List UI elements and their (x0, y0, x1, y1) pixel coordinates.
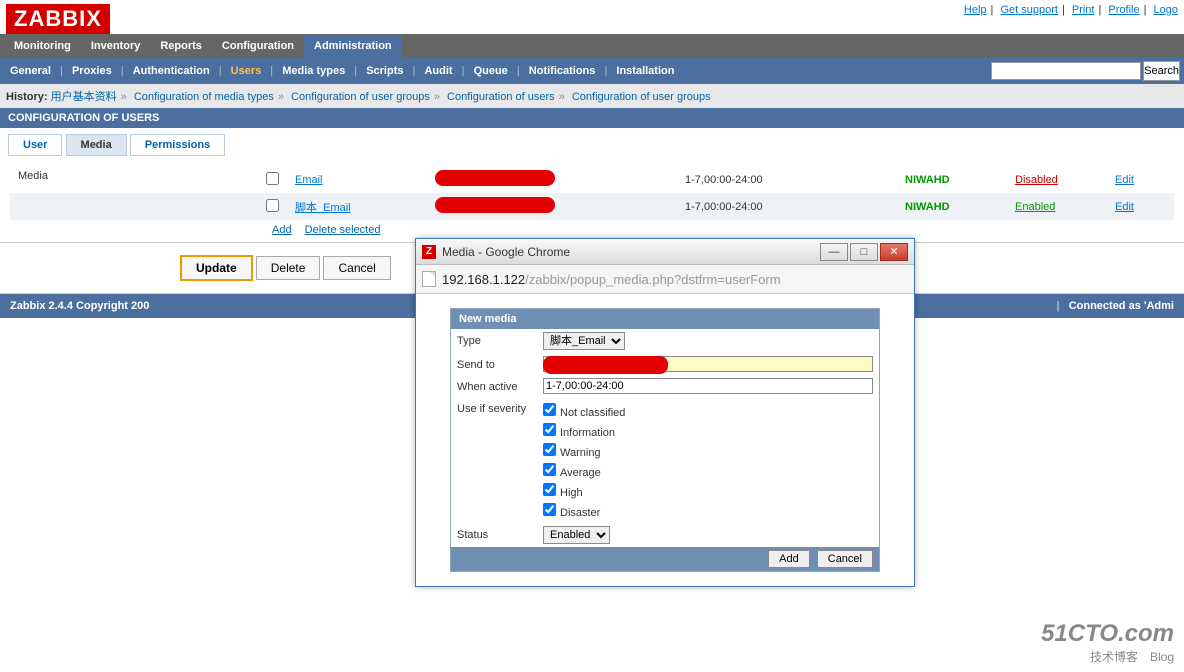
close-icon[interactable]: ✕ (880, 243, 908, 261)
history-item[interactable]: 用户基本资料 (51, 91, 117, 103)
media-label: Media (10, 166, 258, 193)
status-label: Status (457, 526, 543, 541)
edit-link[interactable]: Edit (1115, 201, 1134, 213)
sev-average[interactable] (543, 463, 556, 476)
status-toggle[interactable]: Disabled (1015, 174, 1058, 186)
subnav-proxies[interactable]: Proxies (66, 65, 118, 77)
delete-button[interactable]: Delete (256, 256, 321, 280)
redacted-sendto (435, 170, 555, 186)
when-input[interactable] (543, 378, 873, 394)
main-nav: Monitoring Inventory Reports Configurati… (0, 34, 1184, 58)
severity-label: Use if severity (457, 400, 543, 415)
subnav-media-types[interactable]: Media types (276, 65, 351, 77)
subnav-authentication[interactable]: Authentication (127, 65, 216, 77)
zabbix-logo[interactable]: ZABBIX (6, 4, 110, 34)
zabbix-favicon: Z (422, 245, 436, 259)
redacted-sendto (543, 356, 668, 374)
row-checkbox[interactable] (266, 199, 279, 212)
history-item[interactable]: Configuration of media types (134, 91, 274, 103)
sev-information[interactable] (543, 423, 556, 436)
media-severity: NIWAHD (905, 201, 950, 213)
page-icon (422, 271, 436, 287)
when-label: When active (457, 378, 543, 393)
header-links: Help| Get support| Print| Profile| Logo (964, 4, 1178, 16)
media-when: 1-7,00:00-24:00 (677, 193, 897, 220)
support-link[interactable]: Get support (1000, 4, 1057, 16)
tab-user[interactable]: User (8, 134, 62, 156)
edit-link[interactable]: Edit (1115, 174, 1134, 186)
type-label: Type (457, 332, 543, 347)
form-header: New media (451, 309, 879, 329)
nav-inventory[interactable]: Inventory (81, 35, 151, 57)
print-link[interactable]: Print (1072, 4, 1095, 16)
window-title: Media - Google Chrome (442, 245, 570, 259)
popup-add-button[interactable]: Add (768, 550, 810, 568)
nav-reports[interactable]: Reports (150, 35, 212, 57)
subnav-notifications[interactable]: Notifications (523, 65, 602, 77)
profile-link[interactable]: Profile (1108, 4, 1139, 16)
history-item[interactable]: Configuration of users (447, 91, 555, 103)
search-button[interactable]: Search (1143, 61, 1180, 81)
update-button[interactable]: Update (180, 255, 253, 281)
search-input[interactable] (991, 62, 1141, 80)
cancel-button[interactable]: Cancel (323, 256, 390, 280)
window-titlebar[interactable]: Z Media - Google Chrome — □ ✕ (416, 239, 914, 265)
nav-administration[interactable]: Administration (304, 35, 402, 57)
tabs: User Media Permissions (0, 128, 1184, 162)
subnav-installation[interactable]: Installation (610, 65, 680, 77)
add-media-link[interactable]: Add (272, 224, 292, 236)
media-when: 1-7,00:00-24:00 (677, 166, 897, 193)
section-title: CONFIGURATION OF USERS (0, 108, 1184, 128)
sev-not-classified[interactable] (543, 403, 556, 416)
nav-configuration[interactable]: Configuration (212, 35, 304, 57)
sev-warning[interactable] (543, 443, 556, 456)
media-severity: NIWAHD (905, 174, 950, 186)
redacted-sendto (435, 197, 555, 213)
subnav-general[interactable]: General (4, 65, 57, 77)
media-type-link[interactable]: Email (295, 174, 323, 186)
tab-media[interactable]: Media (66, 134, 127, 156)
type-select[interactable]: 脚本_Email (543, 332, 625, 350)
nav-monitoring[interactable]: Monitoring (4, 35, 81, 57)
sub-nav: General | Proxies | Authentication | Use… (0, 58, 1184, 84)
minimize-icon[interactable]: — (820, 243, 848, 261)
delete-selected-link[interactable]: Delete selected (305, 224, 381, 236)
logout-link[interactable]: Logo (1154, 4, 1178, 16)
popup-cancel-button[interactable]: Cancel (817, 550, 873, 568)
maximize-icon[interactable]: □ (850, 243, 878, 261)
media-popup: Z Media - Google Chrome — □ ✕ 192.168.1.… (415, 238, 915, 587)
subnav-audit[interactable]: Audit (418, 65, 458, 77)
history-item[interactable]: Configuration of user groups (291, 91, 430, 103)
sev-high[interactable] (543, 483, 556, 496)
tab-permissions[interactable]: Permissions (130, 134, 225, 156)
help-link[interactable]: Help (964, 4, 987, 16)
status-select[interactable]: Enabled (543, 526, 610, 544)
status-toggle[interactable]: Enabled (1015, 201, 1055, 213)
subnav-users[interactable]: Users (225, 65, 268, 77)
address-bar[interactable]: 192.168.1.122/zabbix/popup_media.php?dst… (442, 272, 781, 287)
subnav-scripts[interactable]: Scripts (360, 65, 409, 77)
media-type-link[interactable]: 脚本_Email (295, 202, 351, 214)
media-table: Media Email 1-7,00:00-24:00 NIWAHD Disab… (10, 166, 1174, 220)
subnav-queue[interactable]: Queue (468, 65, 514, 77)
breadcrumb: History: 用户基本资料» Configuration of media … (0, 84, 1184, 108)
sendto-label: Send to (457, 356, 543, 371)
sev-disaster[interactable] (543, 503, 556, 516)
row-checkbox[interactable] (266, 172, 279, 185)
history-item[interactable]: Configuration of user groups (572, 91, 711, 103)
watermark: 51CTO.com 技术博客 Blog (1041, 620, 1174, 665)
